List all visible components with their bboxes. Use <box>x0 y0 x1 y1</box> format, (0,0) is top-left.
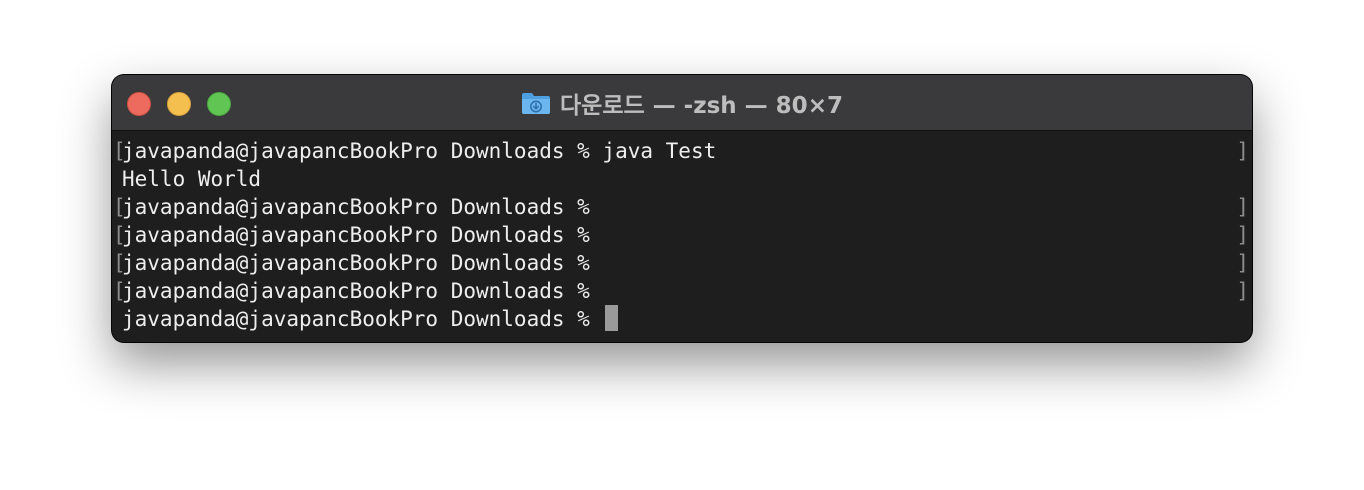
terminal-line: [ javapanda@javapancBookPro Downloads % … <box>112 277 1252 305</box>
terminal-line-text: Hello World <box>122 167 262 191</box>
terminal-line-text: javapanda@javapancBookPro Downloads % <box>122 195 590 219</box>
terminal-line-text: javapanda@javapancBookPro Downloads % <box>122 279 590 303</box>
desktop-background: 다운로드 — -zsh — 80×7 [ javapanda@javapancB… <box>0 0 1364 490</box>
terminal-line: [ javapanda@javapancBookPro Downloads % … <box>112 137 1252 165</box>
terminal-line: [ javapanda@javapancBookPro Downloads % … <box>112 221 1252 249</box>
line-mark-right: ] <box>1236 251 1249 275</box>
terminal-line: [ javapanda@javapancBookPro Downloads % … <box>112 193 1252 221</box>
terminal-line-text: javapanda@javapancBookPro Downloads % <box>122 251 590 275</box>
text-cursor <box>605 305 619 331</box>
window-title: 다운로드 — -zsh — 80×7 <box>560 93 843 119</box>
folder-download-icon <box>522 93 551 114</box>
terminal-line: [ javapanda@javapancBookPro Downloads % … <box>112 249 1252 277</box>
window-title-area: 다운로드 — -zsh — 80×7 <box>112 75 1252 131</box>
line-mark-right: ] <box>1236 195 1249 219</box>
terminal-window[interactable]: 다운로드 — -zsh — 80×7 [ javapanda@javapancB… <box>112 75 1252 342</box>
title-bar[interactable]: 다운로드 — -zsh — 80×7 <box>112 75 1252 131</box>
terminal-prompt[interactable]: javapanda@javapancBookPro Downloads % <box>122 305 619 333</box>
terminal-output[interactable]: [ javapanda@javapancBookPro Downloads % … <box>112 132 1252 342</box>
terminal-line-text: javapanda@javapancBookPro Downloads % <box>122 223 590 247</box>
terminal-line: Hello World <box>112 165 1252 193</box>
prompt-text: javapanda@javapancBookPro Downloads % <box>122 307 603 331</box>
terminal-line-text: javapanda@javapancBookPro Downloads % ja… <box>122 139 717 163</box>
line-mark-right: ] <box>1236 223 1249 247</box>
terminal-prompt-line[interactable]: javapanda@javapancBookPro Downloads % <box>112 305 1252 333</box>
line-mark-right: ] <box>1236 139 1249 163</box>
line-mark-right: ] <box>1236 279 1249 303</box>
